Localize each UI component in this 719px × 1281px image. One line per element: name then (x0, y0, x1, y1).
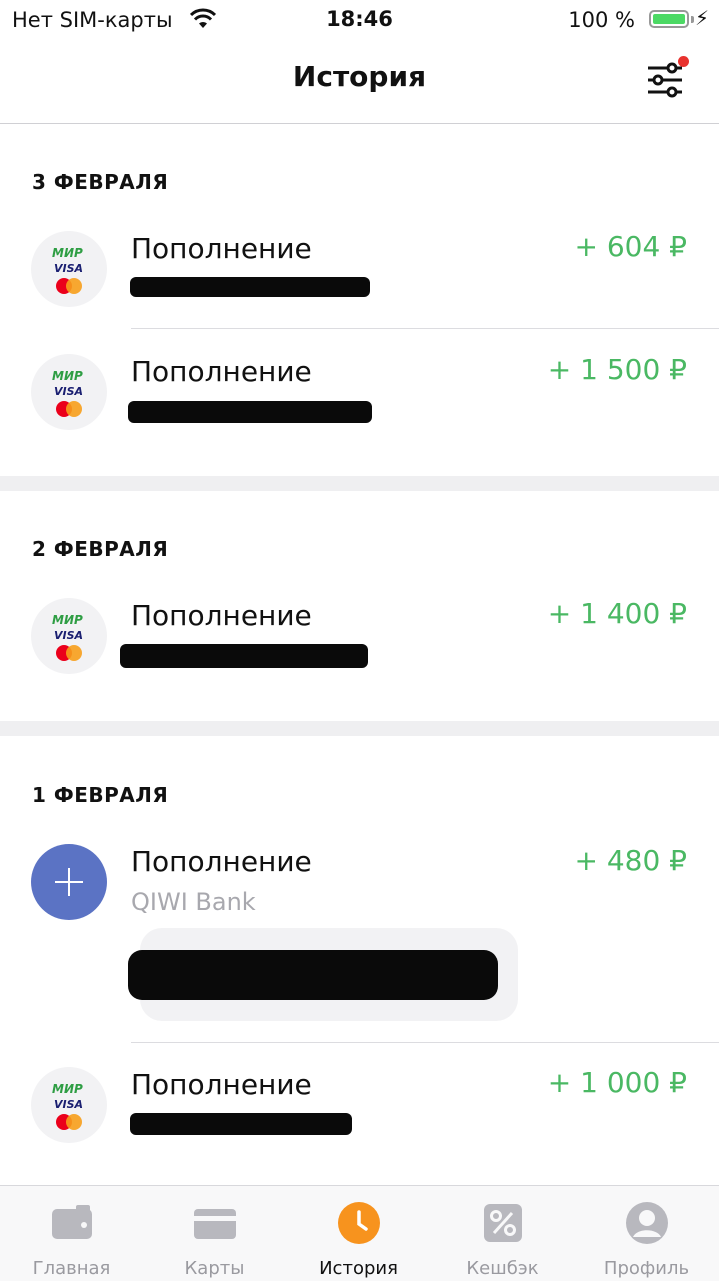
tab-label: Карты (184, 1258, 245, 1279)
row-divider (131, 1042, 719, 1043)
filter-badge (678, 56, 689, 67)
nav-bar: История (0, 40, 719, 124)
transaction-amount: + 1 000 ₽ (547, 1066, 687, 1099)
card-payment-icon: МИР VISA (31, 1067, 107, 1143)
section-date: 2 ФЕВРАЛЯ (32, 537, 169, 561)
add-funds-icon (31, 844, 107, 920)
tab-cashback[interactable]: Кешбэк (431, 1186, 574, 1281)
mir-logo: МИР (52, 246, 83, 260)
battery-tip (691, 16, 694, 23)
tab-label: Профиль (603, 1258, 690, 1279)
transaction-subtitle: QIWI Bank (131, 888, 256, 916)
percent-icon (484, 1204, 522, 1242)
transaction-title: Пополнение (131, 1068, 312, 1101)
mir-logo: МИР (52, 1082, 83, 1096)
wallet-icon (52, 1205, 92, 1239)
transaction-amount: + 1 500 ₽ (547, 353, 687, 386)
mastercard-icon (56, 1114, 82, 1130)
tab-home[interactable]: Главная (0, 1186, 143, 1281)
visa-logo: VISA (54, 1098, 84, 1111)
battery-percent: 100 % (568, 8, 635, 32)
transaction-title: Пополнение (131, 845, 312, 878)
tab-profile[interactable]: Профиль (575, 1186, 718, 1281)
clock-icon (338, 1202, 380, 1244)
visa-logo: VISA (54, 629, 84, 642)
card-payment-icon: МИР VISA (31, 598, 107, 674)
tab-history[interactable]: История (287, 1186, 430, 1281)
tab-label: Главная (32, 1258, 111, 1279)
redacted-text (120, 644, 368, 668)
tab-label: История (319, 1258, 398, 1279)
tab-label: Кешбэк (466, 1258, 539, 1279)
visa-logo: VISA (54, 262, 84, 275)
section-date: 1 ФЕВРАЛЯ (32, 783, 169, 807)
transaction-amount: + 1 400 ₽ (547, 597, 687, 630)
transaction-amount: + 480 ₽ (574, 844, 687, 877)
card-payment-icon: МИР VISA (31, 354, 107, 430)
mir-logo: МИР (52, 613, 83, 627)
battery-icon (649, 10, 689, 28)
tab-cards[interactable]: Карты (143, 1186, 286, 1281)
card-icon (194, 1209, 236, 1239)
mastercard-icon (56, 645, 82, 661)
transaction-amount: + 604 ₽ (574, 230, 687, 263)
mastercard-icon (56, 401, 82, 417)
row-divider (131, 328, 719, 329)
section-date: 3 ФЕВРАЛЯ (32, 170, 169, 194)
redacted-text (130, 1113, 352, 1135)
mastercard-icon (56, 278, 82, 294)
visa-logo: VISA (54, 385, 84, 398)
redacted-text (128, 401, 372, 423)
charging-icon: ⚡ (694, 6, 709, 30)
page-title: История (292, 60, 427, 93)
tab-bar: Главная Карты История Кешбэк Профиль (0, 1185, 719, 1281)
transaction-title: Пополнение (131, 232, 312, 265)
redacted-text (128, 950, 498, 1000)
redacted-text (130, 277, 370, 297)
profile-icon (626, 1202, 668, 1244)
transaction-title: Пополнение (131, 599, 312, 632)
status-bar: Нет SIM-карты 18:46 100 % ⚡ (0, 0, 719, 40)
mir-logo: МИР (52, 369, 83, 383)
transaction-title: Пополнение (131, 355, 312, 388)
card-payment-icon: МИР VISA (31, 231, 107, 307)
history-section: 3 ФЕВРАЛЯ МИР VISA Пополнение + 604 ₽ МИ… (0, 124, 719, 476)
history-section: 2 ФЕВРАЛЯ МИР VISA Пополнение + 1 400 ₽ (0, 491, 719, 721)
